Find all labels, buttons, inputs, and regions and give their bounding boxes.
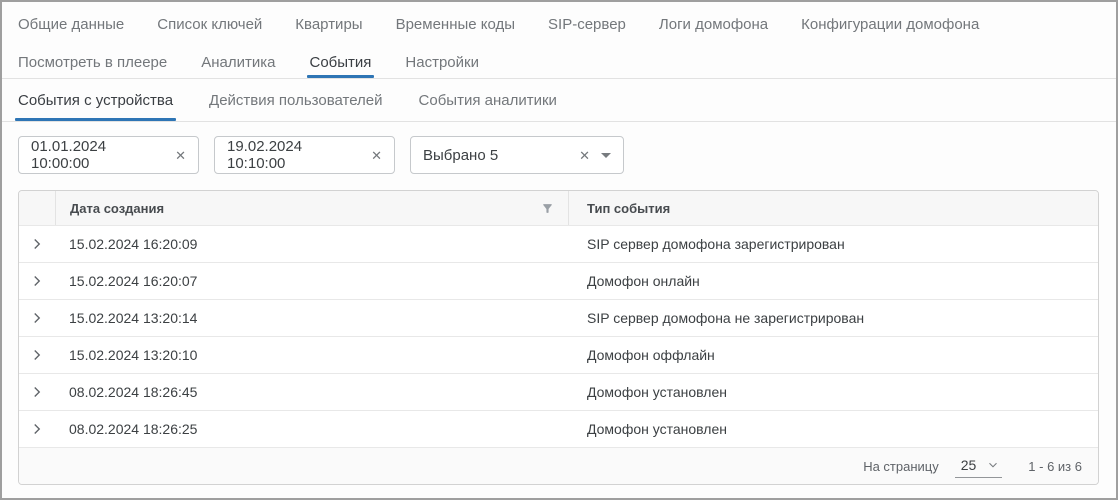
- type-column-header: Тип события: [569, 191, 1098, 225]
- chevron-right-icon[interactable]: [19, 346, 55, 364]
- date-column-header: Дата создания: [55, 191, 569, 225]
- event-type: Домофон установлен: [569, 421, 1098, 437]
- primary-tab-bar: Общие данные Список ключей Квартиры Врем…: [2, 2, 1116, 46]
- tab-sip-server[interactable]: SIP-сервер: [548, 2, 626, 46]
- events-table: Дата создания Тип события 15.02.2024 16:…: [18, 190, 1099, 485]
- intercom-admin-panel: Общие данные Список ключей Квартиры Врем…: [0, 0, 1118, 500]
- date-to-input[interactable]: 19.02.2024 10:10:00 ✕: [214, 136, 395, 174]
- chevron-down-icon[interactable]: [601, 153, 611, 158]
- clear-event-type-icon[interactable]: ✕: [579, 149, 590, 162]
- secondary-tab-bar: Посмотреть в плеере Аналитика События На…: [2, 46, 1116, 79]
- type-column-label: Тип события: [587, 201, 670, 216]
- tab-analytics[interactable]: Аналитика: [201, 46, 275, 78]
- tab-device-events[interactable]: События с устройства: [18, 79, 173, 121]
- event-date: 15.02.2024 13:20:10: [55, 347, 569, 363]
- table-footer: На страницу 25 1 - 6 из 6: [19, 447, 1098, 484]
- table-row[interactable]: 15.02.2024 13:20:10 Домофон оффлайн: [19, 336, 1098, 373]
- tab-intercom-configs[interactable]: Конфигурации домофона: [801, 2, 979, 46]
- chevron-down-icon: [986, 458, 1000, 472]
- event-date: 15.02.2024 13:20:14: [55, 310, 569, 326]
- chevron-right-icon[interactable]: [19, 420, 55, 438]
- table-row[interactable]: 15.02.2024 16:20:07 Домофон онлайн: [19, 262, 1098, 299]
- filter-funnel-icon[interactable]: [541, 202, 554, 215]
- table-row[interactable]: 15.02.2024 13:20:14 SIP сервер домофона …: [19, 299, 1098, 336]
- filters-bar: 01.01.2024 10:00:00 ✕ 19.02.2024 10:10:0…: [2, 122, 1116, 174]
- tab-settings[interactable]: Настройки: [405, 46, 479, 78]
- date-to-value: 19.02.2024 10:10:00: [227, 138, 361, 172]
- chevron-right-icon[interactable]: [19, 235, 55, 253]
- event-type-selected-value: Выбрано 5: [423, 147, 569, 164]
- event-date: 15.02.2024 16:20:09: [55, 236, 569, 252]
- tab-events[interactable]: События: [310, 46, 372, 78]
- event-date: 08.02.2024 18:26:45: [55, 384, 569, 400]
- event-type: Домофон онлайн: [569, 273, 1098, 289]
- date-column-label: Дата создания: [70, 201, 541, 216]
- page-size-select[interactable]: 25: [955, 454, 1003, 478]
- chevron-right-icon[interactable]: [19, 383, 55, 401]
- event-date: 08.02.2024 18:26:25: [55, 421, 569, 437]
- event-type: Домофон установлен: [569, 384, 1098, 400]
- event-type: SIP сервер домофона не зарегистрирован: [569, 310, 1098, 326]
- tab-intercom-logs[interactable]: Логи домофона: [659, 2, 768, 46]
- tab-key-list[interactable]: Список ключей: [157, 2, 262, 46]
- expand-column-header: [19, 191, 55, 225]
- event-date: 15.02.2024 16:20:07: [55, 273, 569, 289]
- event-type-select[interactable]: Выбрано 5 ✕: [410, 136, 624, 174]
- per-page-label: На страницу: [863, 459, 939, 474]
- clear-date-from-icon[interactable]: ✕: [175, 149, 186, 162]
- table-row[interactable]: 08.02.2024 18:26:45 Домофон установлен: [19, 373, 1098, 410]
- table-row[interactable]: 08.02.2024 18:26:25 Домофон установлен: [19, 410, 1098, 447]
- event-type: SIP сервер домофона зарегистрирован: [569, 236, 1098, 252]
- table-row[interactable]: 15.02.2024 16:20:09 SIP сервер домофона …: [19, 225, 1098, 262]
- tab-general-data[interactable]: Общие данные: [18, 2, 124, 46]
- date-from-input[interactable]: 01.01.2024 10:00:00 ✕: [18, 136, 199, 174]
- tab-apartments[interactable]: Квартиры: [295, 2, 362, 46]
- page-size-value: 25: [961, 457, 977, 473]
- event-type: Домофон оффлайн: [569, 347, 1098, 363]
- tab-view-in-player[interactable]: Посмотреть в плеере: [18, 46, 167, 78]
- tab-temporary-codes[interactable]: Временные коды: [396, 2, 515, 46]
- chevron-right-icon[interactable]: [19, 309, 55, 327]
- clear-date-to-icon[interactable]: ✕: [371, 149, 382, 162]
- table-header-row: Дата создания Тип события: [19, 191, 1098, 225]
- date-from-value: 01.01.2024 10:00:00: [31, 138, 165, 172]
- tab-analytics-events[interactable]: События аналитики: [419, 79, 557, 121]
- pagination-range: 1 - 6 из 6: [1028, 459, 1082, 474]
- tab-user-actions[interactable]: Действия пользователей: [209, 79, 382, 121]
- events-tab-bar: События с устройства Действия пользовате…: [2, 79, 1116, 122]
- chevron-right-icon[interactable]: [19, 272, 55, 290]
